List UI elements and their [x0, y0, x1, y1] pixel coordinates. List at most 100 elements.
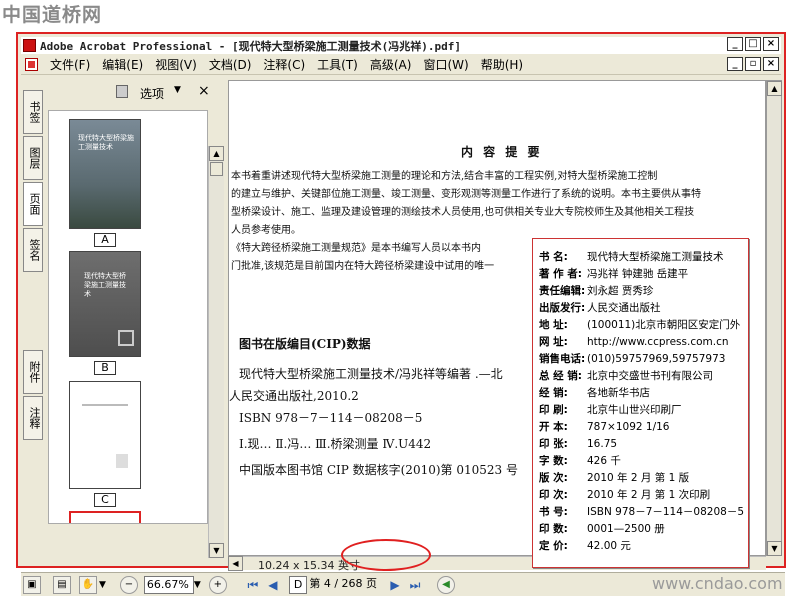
summary-line: 《特大跨径桥梁施工测量规范》是本书编写人员以本书内 [231, 243, 481, 254]
info-value: http://www.ccpress.com.cn [587, 336, 729, 348]
dropdown-arrow-icon[interactable]: ▼ [99, 580, 106, 590]
options-menu[interactable]: 选项 [140, 85, 164, 102]
info-row: 开 本: 787×1092 1/16 [539, 419, 669, 434]
tab-signatures[interactable]: 签名 [23, 228, 43, 272]
doc-close-button[interactable]: × [763, 57, 779, 71]
cip-line: 人民交通出版社,2010.2 [229, 389, 359, 403]
info-row: 责任编辑: 刘永超 贾秀珍 [539, 283, 653, 298]
menu-comments[interactable]: 注释(C) [257, 56, 311, 73]
page-number-input[interactable]: D [288, 575, 308, 594]
thumbnail-page-d-selected[interactable] [69, 511, 141, 523]
cip-title: 图书在版编目(CIP)数据 [239, 337, 371, 351]
cover-emblem [118, 330, 134, 346]
tab-comments[interactable]: 注释 [23, 396, 43, 440]
info-value: 现代特大型桥梁施工测量技术 [587, 251, 724, 263]
info-row: 印 数: 0001—2500 册 [539, 521, 665, 536]
scroll-down-icon[interactable]: ▼ [767, 541, 782, 556]
info-row: 销售电话: (010)59757969,59757973 [539, 351, 725, 366]
info-key: 书 号: [539, 506, 568, 518]
thumbnail-list: 现代特大型桥梁施工测量技术 A 现代特大型桥梁施工测量技术 B C [48, 110, 208, 524]
pdf-doc-icon[interactable] [25, 58, 38, 71]
page-layout-icon[interactable]: ▤ [53, 575, 71, 594]
info-row: 著 作 者: 冯兆祥 钟建驰 岳建平 [539, 266, 688, 281]
menu-help[interactable]: 帮助(H) [475, 56, 529, 73]
doc-restore-button[interactable]: ▫ [745, 57, 761, 71]
prev-page-icon[interactable]: ◀ [265, 576, 281, 594]
zoom-out-icon[interactable]: − [119, 575, 138, 594]
section-title: 内 容 提 要 [461, 145, 543, 159]
first-page-icon[interactable]: ⏮ [245, 576, 261, 594]
menu-edit[interactable]: 编辑(E) [96, 56, 149, 73]
title-line [82, 404, 128, 406]
fullscreen-icon[interactable]: ▣ [23, 575, 41, 594]
zoom-in-icon[interactable]: + [208, 575, 227, 594]
info-key: 印 次: [539, 489, 568, 501]
info-key: 书 名: [539, 251, 568, 263]
thumbnail-page-b[interactable]: 现代特大型桥梁施工测量技术 [69, 251, 141, 357]
zoom-input[interactable]: 66.67% [143, 575, 194, 594]
book-info-overlay: 书 名: 现代特大型桥梁施工测量技术 著 作 者: 冯兆祥 钟建驰 岳建平 责任编辑… [532, 238, 749, 568]
info-row: 网 址: http://www.ccpress.com.cn [539, 334, 729, 349]
thumbnail-label: C [94, 493, 116, 507]
info-value: 各地新华书店 [587, 387, 650, 399]
thumbnail-page-c[interactable] [69, 381, 141, 489]
doc-minimize-button[interactable]: _ [727, 57, 743, 71]
thumbnail-label: B [94, 361, 116, 375]
info-key: 经 销: [539, 387, 568, 399]
menu-window[interactable]: 窗口(W) [417, 56, 474, 73]
info-value: 426 千 [587, 455, 621, 467]
info-key: 版 次: [539, 472, 568, 484]
tab-layers[interactable]: 图层 [23, 136, 43, 180]
panel-close-button[interactable]: × [198, 83, 210, 99]
info-key: 定 价: [539, 540, 568, 552]
maximize-button[interactable]: □ [745, 37, 761, 51]
info-key: 网 址: [539, 336, 568, 348]
summary-line: 型桥梁设计、施工、监理及建设管理的测绘技术人员使用,也可供相关专业大专院校师生及… [231, 207, 695, 218]
info-key: 印 刷: [539, 404, 568, 416]
summary-line: 门批准,该规范是目前国内在特大跨径桥梁建设中试用的唯一 [231, 261, 495, 272]
minimize-button[interactable]: _ [727, 37, 743, 51]
info-value: 16.75 [587, 438, 618, 450]
thumbnail-scrollbar[interactable]: ▲ ▼ [208, 146, 224, 558]
info-value: (010)59757969,59757973 [587, 353, 726, 365]
scroll-up-icon[interactable]: ▲ [209, 146, 224, 161]
trash-icon[interactable] [116, 85, 128, 98]
thumbnail-page-a[interactable]: 现代特大型桥梁施工测量技术 [69, 119, 141, 229]
info-row: 出版发行: 人民交通出版社 [539, 300, 661, 315]
menu-advanced[interactable]: 高级(A) [364, 56, 418, 73]
tab-pages[interactable]: 页面 [23, 182, 43, 226]
document-scrollbar[interactable]: ▲ ▼ [766, 80, 782, 556]
menu-view[interactable]: 视图(V) [149, 56, 203, 73]
info-value: ISBN 978－7－114－08208－5 [587, 506, 745, 518]
tab-attachments[interactable]: 附件 [23, 350, 43, 394]
info-value: 2010 年 2 月 第 1 次印刷 [587, 489, 711, 501]
page-thumbnails-panel: 选项 ▼ × 现代特大型桥梁施工测量技术 A 现代特大型桥梁施工测量技术 B C… [48, 80, 224, 558]
acrobat-logo-icon [23, 39, 36, 52]
scroll-up-icon[interactable]: ▲ [767, 81, 782, 96]
info-value: 42.00 元 [587, 540, 631, 552]
dropdown-arrow-icon[interactable]: ▼ [174, 85, 181, 95]
menu-document[interactable]: 文档(D) [203, 56, 258, 73]
highlight-circle [341, 539, 431, 571]
close-window-button[interactable]: × [763, 37, 779, 51]
last-page-icon[interactable]: ⏭ [407, 576, 423, 594]
summary-line: 人员参考使用。 [231, 225, 301, 236]
cover-title: 现代特大型桥梁施工测量技术 [84, 272, 126, 298]
info-row: 定 价: 42.00 元 [539, 538, 631, 553]
info-key: 地 址: [539, 319, 568, 331]
menu-tools[interactable]: 工具(T) [311, 56, 364, 73]
menu-file[interactable]: 文件(F) [44, 56, 96, 73]
scroll-thumb[interactable] [210, 162, 223, 176]
hand-tool-icon[interactable]: ✋ [79, 575, 97, 594]
navigation-tabs: 书签 图层 页面 签名 附件 注释 [21, 90, 45, 530]
info-row: 经 销: 各地新华书店 [539, 385, 650, 400]
summary-line: 本书着重讲述现代特大型桥梁施工测量的理论和方法,结合丰富的工程实例,对特大型桥梁… [231, 171, 658, 182]
next-page-icon[interactable]: ▶ [387, 576, 403, 594]
zoom-dropdown-icon[interactable]: ▼ [194, 580, 201, 590]
info-value: 2010 年 2 月 第 1 版 [587, 472, 690, 484]
scroll-down-icon[interactable]: ▼ [209, 543, 224, 558]
tab-bookmarks[interactable]: 书签 [23, 90, 43, 134]
info-key: 著 作 者: [539, 268, 583, 280]
go-back-icon[interactable]: ◀ [437, 575, 456, 594]
scroll-left-icon[interactable]: ◀ [228, 556, 243, 571]
